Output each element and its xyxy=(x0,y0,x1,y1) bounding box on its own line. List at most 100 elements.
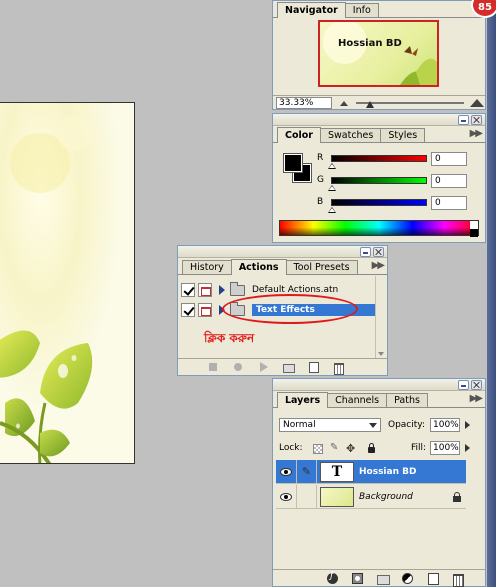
layers-panel: Layers Channels Paths ▶▶ Normal Opacity:… xyxy=(272,378,486,587)
dialog-toggle-icon[interactable] xyxy=(198,283,212,297)
layer-mask-icon[interactable] xyxy=(352,572,363,584)
eye-icon xyxy=(280,492,292,501)
red-value-field[interactable]: 0 xyxy=(431,152,467,166)
layer-row-selected[interactable]: ✎ T Hossian BD xyxy=(276,459,466,484)
green-value-field[interactable]: 0 xyxy=(431,174,467,188)
brush-icon: ✎ xyxy=(301,465,312,478)
panel-menu-icon[interactable]: ▶▶ xyxy=(470,393,483,404)
tab-styles[interactable]: Styles xyxy=(380,128,426,142)
link-cell[interactable] xyxy=(297,484,317,509)
visibility-toggle[interactable] xyxy=(276,459,297,484)
zoom-in-icon[interactable] xyxy=(470,98,484,108)
document-canvas[interactable] xyxy=(0,102,135,464)
opacity-arrow-icon[interactable] xyxy=(463,418,472,432)
zoom-out-icon[interactable] xyxy=(338,98,350,108)
lock-position-icon[interactable] xyxy=(346,442,356,455)
record-icon[interactable] xyxy=(233,362,243,372)
green-channel-label: G xyxy=(317,175,324,185)
expand-triangle-icon[interactable] xyxy=(219,285,225,295)
black-white-swatch[interactable] xyxy=(470,221,478,237)
opacity-field[interactable]: 100% xyxy=(430,418,460,432)
navigator-thumbnail[interactable]: Hossian BD xyxy=(318,20,439,87)
dialog-toggle-icon[interactable] xyxy=(198,303,212,317)
folder-icon xyxy=(230,281,245,296)
blue-channel-label: B xyxy=(317,197,324,207)
green-channel-row: G 0 xyxy=(317,174,483,194)
minimize-icon[interactable] xyxy=(360,246,371,257)
visibility-toggle[interactable] xyxy=(276,484,297,509)
zoom-field[interactable]: 33.33% xyxy=(276,97,332,109)
tab-navigator[interactable]: Navigator xyxy=(277,2,346,18)
toggle-checkbox[interactable] xyxy=(181,283,195,297)
navigator-tabs: Navigator Info xyxy=(273,1,485,18)
close-icon[interactable] xyxy=(471,114,482,125)
color-spectrum-bar[interactable] xyxy=(279,220,479,237)
layer-name[interactable]: Background xyxy=(359,492,413,502)
red-slider-thumb[interactable] xyxy=(328,163,336,169)
trash-icon[interactable] xyxy=(333,362,344,375)
green-channel-slider[interactable] xyxy=(331,177,427,184)
layer-row[interactable]: Background xyxy=(276,484,466,509)
new-set-icon[interactable] xyxy=(283,362,295,373)
navigator-thumbnail-art xyxy=(323,22,437,85)
panel-menu-icon[interactable]: ▶▶ xyxy=(372,260,385,271)
green-slider-thumb[interactable] xyxy=(328,185,336,191)
foreground-color-swatch[interactable] xyxy=(283,153,303,173)
zoom-slider-thumb[interactable] xyxy=(366,101,374,108)
tab-paths[interactable]: Paths xyxy=(386,393,428,407)
blend-mode-select[interactable]: Normal xyxy=(279,418,381,432)
lock-image-icon[interactable] xyxy=(330,442,340,454)
link-cell[interactable]: ✎ xyxy=(297,459,317,484)
tab-color[interactable]: Color xyxy=(277,127,321,143)
fill-arrow-icon[interactable] xyxy=(463,441,472,455)
zoom-slider[interactable] xyxy=(356,98,464,108)
tab-tool-presets[interactable]: Tool Presets xyxy=(285,260,358,274)
adjustment-layer-icon[interactable] xyxy=(402,572,413,584)
window-edge xyxy=(487,0,496,587)
fill-field[interactable]: 100% xyxy=(430,441,460,455)
actions-scrollbar[interactable] xyxy=(375,276,386,358)
close-icon[interactable] xyxy=(471,379,482,390)
canvas-artwork-image xyxy=(0,103,134,463)
tab-channels[interactable]: Channels xyxy=(327,393,388,407)
minimize-icon[interactable] xyxy=(458,379,469,390)
blue-slider-thumb[interactable] xyxy=(328,207,336,213)
panel-menu-icon[interactable]: ▶▶ xyxy=(470,128,483,139)
new-group-icon[interactable] xyxy=(377,573,390,585)
lock-transparency-icon[interactable] xyxy=(313,444,323,454)
annotation-text: ক্লিক করুন xyxy=(204,331,255,345)
tab-layers[interactable]: Layers xyxy=(277,392,329,408)
tab-swatches[interactable]: Swatches xyxy=(319,128,382,142)
lock-all-icon[interactable] xyxy=(366,443,376,453)
new-action-icon[interactable] xyxy=(308,362,319,373)
type-layer-thumbnail: T xyxy=(320,461,354,482)
red-channel-row: R 0 xyxy=(317,152,483,172)
blue-value-field[interactable]: 0 xyxy=(431,196,467,210)
new-layer-icon[interactable] xyxy=(427,572,439,585)
fill-label: Fill: xyxy=(411,443,427,453)
navigator-panel: Navigator Info Hossian BD 33.33% xyxy=(272,0,486,110)
tab-history[interactable]: History xyxy=(182,260,232,274)
red-channel-slider[interactable] xyxy=(331,155,427,162)
play-icon[interactable] xyxy=(258,362,268,372)
toggle-checkbox[interactable] xyxy=(181,303,195,317)
actions-panel: History Actions Tool Presets ▶▶ Default … xyxy=(177,245,388,376)
navigator-zoom-row: 33.33% xyxy=(273,95,485,110)
color-tabs: Color Swatches Styles ▶▶ xyxy=(273,126,485,143)
color-panel: Color Swatches Styles ▶▶ R 0 G 0 B 0 xyxy=(272,113,486,243)
red-channel-label: R xyxy=(317,153,324,163)
layer-name[interactable]: Hossian BD xyxy=(359,467,416,477)
layers-panel-titlebar xyxy=(273,379,485,391)
layer-style-icon[interactable] xyxy=(327,571,338,584)
actions-footer-toolbar xyxy=(178,358,387,375)
annotation-ellipse xyxy=(222,294,358,324)
blue-channel-slider[interactable] xyxy=(331,199,427,206)
stop-icon[interactable] xyxy=(208,362,218,372)
lock-icon xyxy=(452,491,462,502)
close-icon[interactable] xyxy=(373,246,384,257)
navigator-thumbnail-title: Hossian BD xyxy=(338,38,402,49)
minimize-icon[interactable] xyxy=(458,114,469,125)
trash-icon[interactable] xyxy=(452,573,464,587)
tab-actions[interactable]: Actions xyxy=(230,259,287,275)
tab-info[interactable]: Info xyxy=(344,3,379,17)
